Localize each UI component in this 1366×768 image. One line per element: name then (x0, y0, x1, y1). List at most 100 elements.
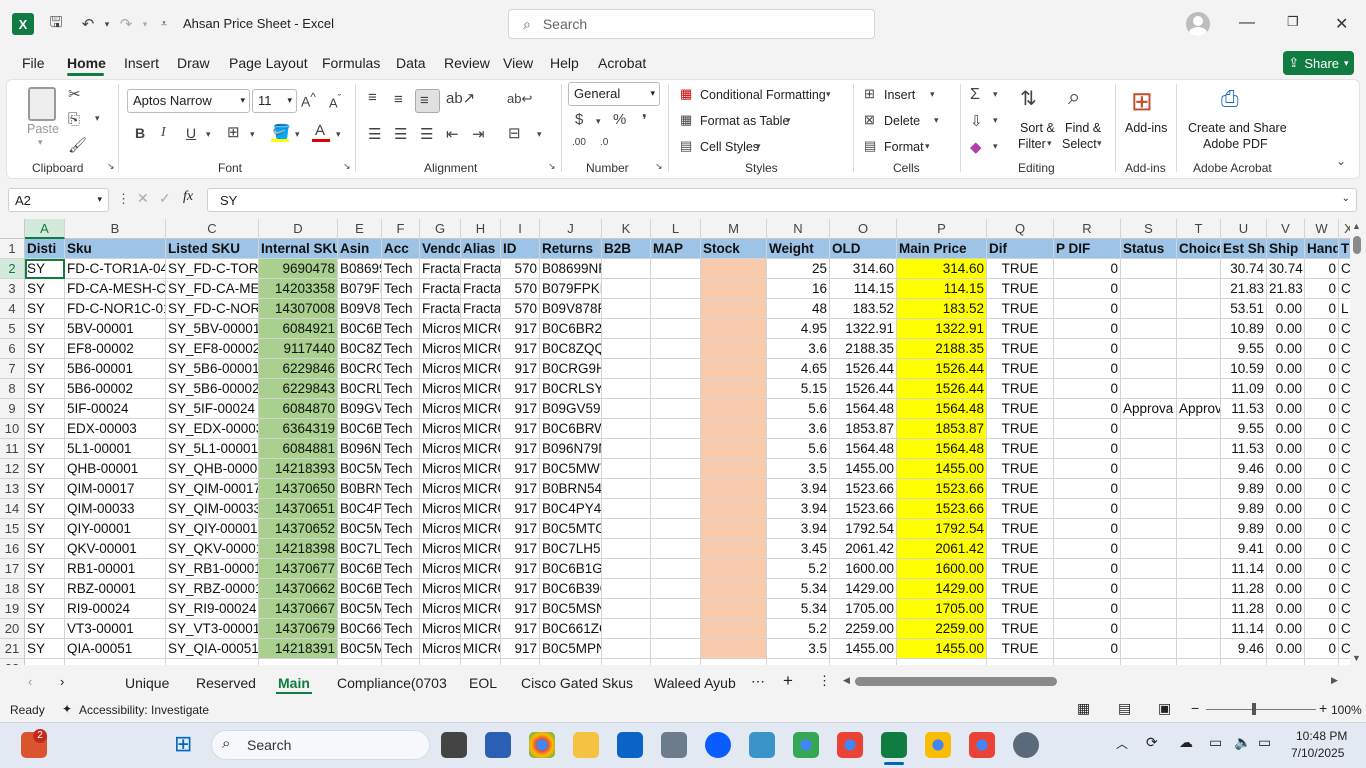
tab-review[interactable]: Review (444, 55, 490, 71)
table-cell[interactable]: 0.00 (1267, 319, 1305, 339)
table-cell[interactable]: Micros (420, 539, 461, 559)
formula-input[interactable]: SY ⌄ (207, 188, 1357, 212)
table-cell[interactable]: 6229846 (259, 359, 338, 379)
table-cell[interactable]: Fracta (420, 299, 461, 319)
table-cell[interactable] (701, 459, 767, 479)
zoom-in-icon[interactable]: + (1319, 700, 1327, 716)
table-cell[interactable]: Micros (420, 419, 461, 439)
table-cell[interactable]: 570 (501, 279, 540, 299)
chevron-down-icon[interactable]: ▾ (993, 89, 998, 100)
delete-cells-icon[interactable]: ⊠ (864, 112, 875, 128)
table-cell[interactable]: 0 (1305, 339, 1339, 359)
table-cell[interactable]: 917 (501, 479, 540, 499)
table-cell[interactable]: 0 (1054, 619, 1121, 639)
table-cell[interactable] (1121, 379, 1177, 399)
table-cell[interactable]: TRUE (987, 459, 1054, 479)
table-cell[interactable]: 1526.44 (830, 359, 897, 379)
table-cell[interactable]: B0BRN (338, 479, 382, 499)
table-cell[interactable]: TRUE (987, 479, 1054, 499)
table-cell[interactable] (602, 319, 651, 339)
table-cell[interactable]: 5.34 (767, 579, 830, 599)
table-cell[interactable]: B0C7LH57WM (540, 539, 602, 559)
create-pdf-label-1[interactable]: Create and Share (1188, 121, 1287, 135)
table-cell[interactable]: 4.95 (767, 319, 830, 339)
table-cell[interactable]: 5.15 (767, 379, 830, 399)
tab-file[interactable]: File (22, 55, 45, 71)
table-cell[interactable]: C (1339, 319, 1350, 339)
tab-page-layout[interactable]: Page Layout (229, 55, 308, 71)
sort-filter-icon[interactable]: ⇅ (1020, 86, 1037, 111)
normal-view-icon[interactable]: ▦ (1077, 700, 1090, 717)
table-cell[interactable]: 9.89 (1221, 479, 1267, 499)
table-cell[interactable] (602, 499, 651, 519)
table-cell[interactable]: B0C5M (338, 459, 382, 479)
spreadsheet-grid[interactable]: ABCDEFGHIJKLMNOPQRSTUVWX 1 Disti Sku Listed… (0, 219, 1350, 665)
column-header-t[interactable]: T (1177, 219, 1221, 239)
row-header[interactable]: 14 (0, 499, 25, 519)
column-header-j[interactable]: J (540, 219, 602, 239)
table-cell[interactable]: B0C6BR224R (540, 319, 602, 339)
table-cell[interactable]: 1322.91 (897, 319, 987, 339)
table-cell[interactable]: 0.00 (1267, 559, 1305, 579)
table-cell[interactable]: 917 (501, 639, 540, 659)
table-cell[interactable]: 0 (1054, 379, 1121, 399)
table-cell[interactable]: C (1339, 559, 1350, 579)
copy-dropdown-icon[interactable]: ▾ (95, 113, 100, 124)
table-cell[interactable]: B0CRG9 (338, 359, 382, 379)
clear-icon[interactable]: ◆ (970, 138, 982, 156)
table-cell[interactable] (1121, 599, 1177, 619)
table-cell[interactable] (1121, 339, 1177, 359)
table-cell[interactable]: 0 (1305, 379, 1339, 399)
table-cell[interactable]: SY (25, 599, 65, 619)
table-cell[interactable]: 2188.35 (830, 339, 897, 359)
table-cell[interactable] (701, 299, 767, 319)
table-cell[interactable]: 0 (1305, 459, 1339, 479)
table-cell[interactable] (420, 659, 461, 665)
header-cell[interactable]: ID (501, 239, 540, 259)
scroll-up-icon[interactable]: ▲ (1352, 221, 1361, 231)
table-cell[interactable]: SY (25, 439, 65, 459)
table-cell[interactable]: SY_5B6-00002 (166, 379, 259, 399)
save-icon[interactable]: 🖫 (44, 12, 68, 36)
format-cells-icon[interactable]: ▤ (864, 138, 876, 154)
table-cell[interactable]: 0 (1305, 279, 1339, 299)
table-cell[interactable]: 48 (767, 299, 830, 319)
table-cell[interactable]: 0 (1054, 579, 1121, 599)
table-cell[interactable]: 1564.48 (897, 439, 987, 459)
table-cell[interactable] (382, 659, 420, 665)
cell-styles-icon[interactable]: ▤ (680, 138, 692, 154)
table-cell[interactable]: SY (25, 419, 65, 439)
column-header-p[interactable]: P (897, 219, 987, 239)
customize-qat-icon[interactable]: ⩡ (152, 12, 176, 36)
table-cell[interactable]: Tech (382, 479, 420, 499)
insert-cells-icon[interactable]: ⊞ (864, 86, 875, 102)
table-cell[interactable] (602, 399, 651, 419)
table-cell[interactable]: 0 (1054, 639, 1121, 659)
table-cell[interactable]: SY_FD-C-TOR1A (166, 259, 259, 279)
table-cell[interactable]: C (1339, 459, 1350, 479)
table-cell[interactable]: 0 (1305, 599, 1339, 619)
table-cell[interactable]: 5.6 (767, 439, 830, 459)
table-cell[interactable]: 0 (1054, 439, 1121, 459)
table-cell[interactable] (651, 519, 701, 539)
table-cell[interactable]: Tech (382, 419, 420, 439)
table-cell[interactable]: 5.2 (767, 559, 830, 579)
tray-overflow-icon[interactable]: ︿ (1116, 735, 1128, 752)
table-cell[interactable] (602, 279, 651, 299)
create-pdf-label-2[interactable]: Adobe PDF (1203, 137, 1268, 151)
table-cell[interactable]: 1526.44 (897, 359, 987, 379)
table-cell[interactable]: Micros (420, 379, 461, 399)
table-cell[interactable] (540, 659, 602, 665)
table-cell[interactable]: 0 (1305, 539, 1339, 559)
table-cell[interactable]: Tech (382, 519, 420, 539)
collapse-ribbon-icon[interactable]: ⌄ (1336, 154, 1346, 168)
table-cell[interactable] (651, 599, 701, 619)
table-cell[interactable]: 0.00 (1267, 479, 1305, 499)
chevron-down-icon[interactable]: ▾ (1047, 138, 1052, 149)
table-cell[interactable]: B0CRG9HSRQ (540, 359, 602, 379)
table-cell[interactable]: SY_FD-C-NOR1C (166, 299, 259, 319)
table-cell[interactable]: 3.6 (767, 339, 830, 359)
table-cell[interactable]: B0C661ZCWF (540, 619, 602, 639)
find-select-icon[interactable]: ⌕ (1068, 84, 1080, 110)
number-format-select[interactable]: General ▾ (568, 82, 660, 106)
